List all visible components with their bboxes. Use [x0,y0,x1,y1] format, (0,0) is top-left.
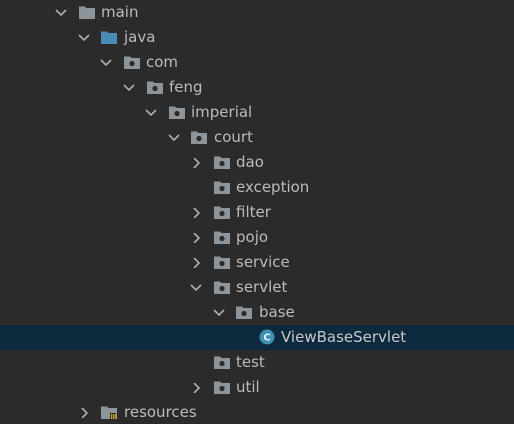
chevron-down-icon[interactable] [99,58,113,68]
chevron-right-icon[interactable] [77,408,91,418]
project-tree-panel: main java com feng imperial court dao ex… [0,0,514,424]
tree-item-label: pojo [236,228,269,246]
tree-item-java[interactable]: java [0,25,514,50]
chevron-down-icon[interactable] [122,83,136,93]
tree-item-label: resources [124,403,197,421]
tree-item-label: filter [236,203,271,221]
chevron-right-icon[interactable] [189,233,203,243]
tree-item-label: main [101,3,139,21]
package-icon [236,305,252,319]
chevron-right-icon[interactable] [189,208,203,218]
package-icon [214,155,230,169]
tree-item-label: java [124,28,156,46]
chevron-down-icon[interactable] [212,308,226,318]
chevron-down-icon[interactable] [144,108,158,118]
tree-item-feng[interactable]: feng [0,75,514,100]
package-icon [214,355,230,369]
folder-icon [79,5,95,19]
tree-item-imperial[interactable]: imperial [0,100,514,125]
tree-item-pojo[interactable]: pojo [0,225,514,250]
package-icon [214,205,230,219]
tree-item-label: service [236,253,290,271]
package-icon [214,380,230,394]
tree-item-label: ViewBaseServlet [281,328,407,346]
package-icon [214,230,230,244]
tree-item-label: dao [236,153,264,171]
tree-item-court[interactable]: court [0,125,514,150]
svg-text:C: C [263,333,270,344]
tree-item-label: servlet [236,278,288,296]
chevron-down-icon[interactable] [77,33,91,43]
tree-item-service[interactable]: service [0,250,514,275]
chevron-down-icon[interactable] [189,283,203,293]
tree-item-main[interactable]: main [0,0,514,25]
chevron-right-icon[interactable] [189,158,203,168]
tree-item-viewbaseservlet[interactable]: C ViewBaseServlet [0,325,514,350]
chevron-right-icon[interactable] [189,383,203,393]
tree-item-label: util [236,378,260,396]
package-icon [191,130,207,144]
tree-item-label: base [259,303,295,321]
tree-item-util[interactable]: util [0,375,514,400]
tree-item-label: court [214,128,253,146]
tree-item-exception[interactable]: exception [0,175,514,200]
package-icon [214,255,230,269]
package-icon [214,180,230,194]
tree-item-base[interactable]: base [0,300,514,325]
package-icon [214,280,230,294]
tree-item-filter[interactable]: filter [0,200,514,225]
package-icon [169,105,185,119]
resources-folder-icon [101,405,117,419]
chevron-right-icon[interactable] [189,258,203,268]
tree-item-label: feng [169,78,203,96]
tree-item-label: exception [236,178,310,196]
tree-item-test[interactable]: test [0,350,514,375]
tree-item-dao[interactable]: dao [0,150,514,175]
source-folder-icon [101,30,117,44]
tree-item-servlet[interactable]: servlet [0,275,514,300]
package-icon [124,55,140,69]
tree-item-label: test [236,353,265,371]
tree-item-com[interactable]: com [0,50,514,75]
tree-item-resources[interactable]: resources [0,400,514,424]
chevron-down-icon[interactable] [54,8,68,18]
tree-item-label: com [146,53,179,71]
java-class-icon: C [259,329,275,345]
package-icon [147,80,163,94]
chevron-down-icon[interactable] [167,133,181,143]
tree-item-label: imperial [191,103,253,121]
